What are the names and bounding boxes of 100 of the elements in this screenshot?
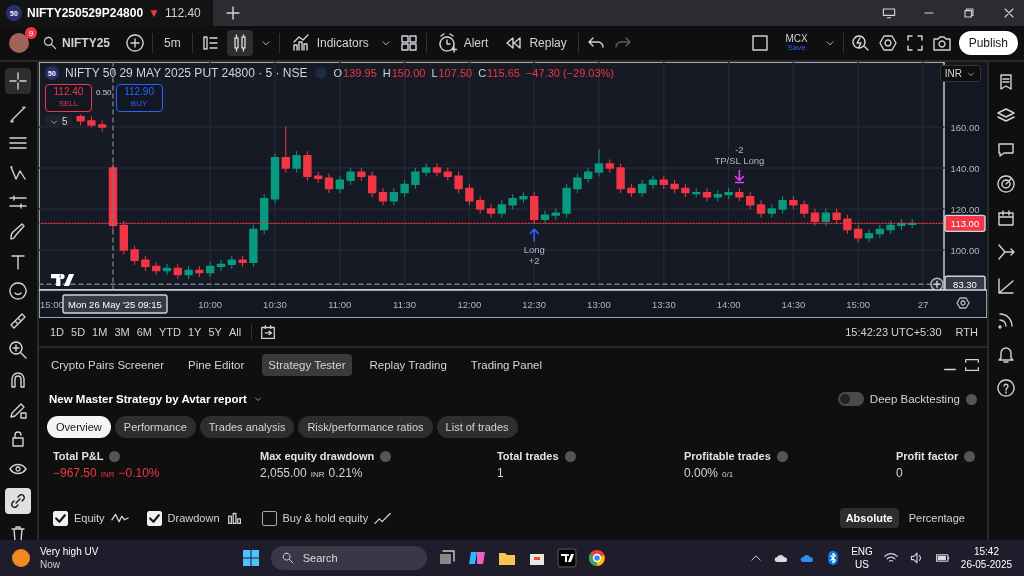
metric-unit: INR — [100, 470, 115, 479]
up-candle — [292, 151, 301, 173]
up-candle — [346, 167, 355, 185]
session-button[interactable]: RTH — [952, 324, 981, 340]
clock[interactable]: 15:42:23 UTC+5:30 — [845, 326, 942, 338]
down-candle — [605, 159, 614, 173]
range-button[interactable]: YTD — [155, 324, 184, 340]
range-button[interactable]: 5D — [68, 324, 89, 340]
windows-start-icon[interactable] — [240, 548, 261, 568]
down-candle — [810, 208, 820, 226]
range-button[interactable]: 1M — [89, 324, 111, 340]
up-candle — [573, 173, 582, 194]
panel-tab[interactable]: Trading Panel — [464, 354, 549, 376]
browser-icon[interactable] — [586, 548, 607, 568]
down-candle — [843, 214, 852, 235]
clock-date[interactable]: 15:42 26-05-2025 — [960, 545, 1012, 571]
down-candle — [702, 188, 712, 202]
square-icon[interactable] — [749, 33, 770, 53]
chart-arrows-icon[interactable] — [996, 242, 1017, 262]
maximize-icon[interactable] — [962, 356, 981, 374]
up-candle — [389, 188, 398, 206]
settings-icon[interactable] — [877, 33, 898, 53]
search-icon — [42, 35, 58, 51]
alert-button[interactable]: Alert — [433, 29, 493, 57]
indicators-button[interactable]: Indicators — [286, 29, 373, 57]
monitor-icon[interactable] — [881, 5, 897, 21]
layout-save[interactable]: MCX Save — [776, 34, 817, 52]
up-candle — [875, 224, 884, 239]
checkbox[interactable] — [261, 510, 277, 526]
lines-icon[interactable] — [996, 276, 1017, 296]
date-range-icon[interactable] — [259, 323, 278, 341]
zoom-in-icon[interactable] — [8, 340, 29, 361]
time-axis-label: 11:00 — [328, 299, 352, 310]
calendar-icon[interactable] — [996, 208, 1017, 228]
sell-button[interactable]: 112.40 SELL — [44, 84, 92, 112]
time-axis-label: 10:30 — [263, 299, 287, 310]
down-candle — [238, 255, 247, 267]
up-candle — [778, 196, 787, 214]
down-candle — [486, 204, 496, 218]
report-tab[interactable]: Trades analysis — [199, 416, 295, 438]
scale-mode-button[interactable]: Absolute — [839, 508, 899, 528]
symbol-search[interactable]: NIFTY25 — [42, 35, 118, 51]
avatar[interactable] — [9, 33, 29, 53]
report-tab[interactable]: Risk/performance ratios — [298, 416, 433, 438]
language-indicator[interactable]: ENG US — [851, 545, 873, 571]
publish-button[interactable]: Publish — [958, 31, 1018, 55]
layout-grid-icon[interactable] — [398, 33, 419, 53]
tab-title: NIFTY250529P24800 — [27, 6, 144, 20]
metric-value: 0 — [895, 466, 903, 480]
weather-title[interactable]: Very high UV — [40, 545, 99, 558]
weather-icon[interactable] — [12, 549, 30, 567]
ohlc-label: H — [382, 67, 391, 79]
replay-button[interactable]: Replay — [499, 29, 571, 57]
camera-icon[interactable] — [931, 33, 952, 53]
indicators-icon — [290, 33, 311, 53]
app-logo-icon[interactable] — [556, 548, 577, 568]
report-title-dropdown[interactable]: New Master Strategy by Avtar report — [44, 393, 267, 405]
price-axis-label: 120.00 — [950, 204, 980, 215]
gauge-icon[interactable] — [996, 174, 1017, 194]
last-price-text: 113.00 — [950, 218, 980, 230]
currency-dropdown[interactable]: INR — [939, 65, 981, 82]
metric-percent: −0.10% — [118, 466, 160, 480]
indicators-collapse-button[interactable]: 5 — [44, 115, 72, 128]
range-button[interactable]: 1D — [46, 324, 68, 340]
down-candle — [745, 192, 755, 210]
down-candle — [87, 116, 96, 128]
link-icon[interactable] — [5, 488, 32, 515]
report-tab[interactable]: Overview — [46, 416, 111, 438]
range-button[interactable]: All — [225, 324, 245, 340]
emoji-icon[interactable] — [8, 281, 29, 302]
panel-tab[interactable]: Strategy Tester — [262, 354, 352, 376]
panel-tab[interactable]: Crypto Pairs Screener — [44, 354, 171, 376]
add-symbol-icon[interactable] — [125, 33, 145, 53]
range-button[interactable]: 5Y — [205, 324, 225, 340]
scale-mode-button[interactable]: Percentage — [902, 508, 971, 528]
candles-icon[interactable] — [226, 30, 253, 56]
down-candle — [76, 114, 85, 126]
price-change: −47.30 (−29.03%) — [525, 67, 614, 79]
report-tab[interactable]: List of trades — [436, 416, 518, 438]
entry-arrow — [529, 228, 539, 243]
down-candle — [832, 208, 841, 224]
trend-line-icon[interactable] — [8, 103, 29, 124]
panel-tab[interactable]: Pine Editor — [182, 354, 251, 376]
buy-button[interactable]: 112.90 BUY — [115, 84, 163, 112]
metric-unit: INR — [310, 470, 325, 479]
flash-search-icon[interactable] — [850, 33, 871, 53]
axis-settings-icon[interactable] — [956, 297, 970, 309]
restore-icon[interactable] — [961, 5, 977, 21]
range-button[interactable]: 6M — [133, 324, 155, 340]
crosshair-icon[interactable] — [5, 68, 32, 94]
time-axis-label: 13:00 — [587, 299, 611, 310]
range-button[interactable]: 3M — [111, 324, 133, 340]
fullscreen-icon[interactable] — [904, 33, 925, 53]
panel-tab[interactable]: Replay Trading — [363, 354, 453, 376]
report-tab[interactable]: Performance — [114, 416, 196, 438]
taskbar-search[interactable]: Search — [270, 546, 427, 570]
toggle-switch[interactable] — [837, 392, 864, 406]
interval-button[interactable]: 5m — [160, 32, 185, 54]
metric-value: 1 — [496, 466, 504, 480]
range-button[interactable]: 1Y — [184, 324, 205, 340]
